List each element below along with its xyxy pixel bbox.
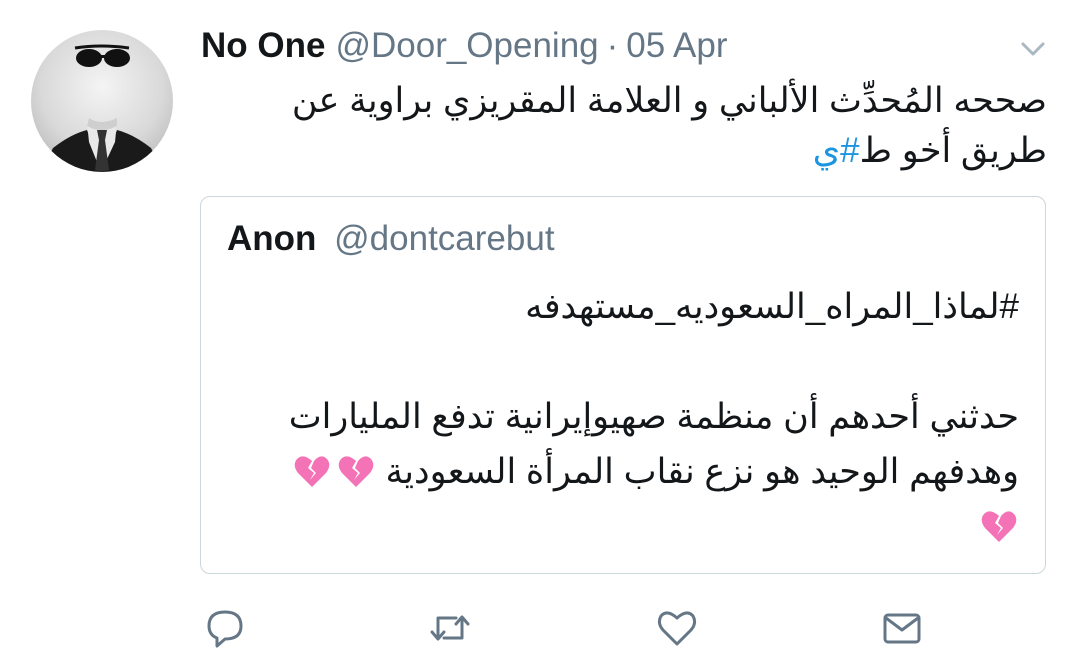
quote-blank-line [219,334,1019,389]
tweet-date[interactable]: 05 Apr [626,26,727,66]
tweet-actions [0,606,1080,650]
reply-icon[interactable] [203,606,247,650]
quote-hashtag: #لماذا_المراه_السعوديه_مستهدفه [525,287,1019,326]
tweet-text: صححه المُحدِّث الألباني و العلامة المقري… [201,76,1047,176]
quote-line-4 [219,499,1019,554]
quoted-tweet[interactable]: Anon @dontcarebut #لماذا_المراه_السعوديه… [200,196,1046,574]
chevron-down-icon[interactable] [1020,40,1046,58]
tweet-header: No One @Door_Opening · 05 Apr [201,26,728,70]
broken-heart-icon [292,451,332,491]
quote-line-3-text: وهدفهم الوحيد هو نزع نقاب المرأة السعودي… [385,452,1019,491]
invisible-man-icon [41,44,163,172]
user-handle[interactable]: @Door_Opening [335,26,598,66]
quote-header: Anon @dontcarebut [227,219,555,259]
hashtag-link[interactable]: #ي [813,131,860,170]
display-name[interactable]: No One [201,26,325,66]
quote-line-2: حدثني أحدهم أن منظمة صهيوإيرانية تدفع ال… [288,397,1019,436]
envelope-icon[interactable] [880,606,924,650]
quote-text: #لماذا_المراه_السعوديه_مستهدفه حدثني أحد… [219,279,1019,554]
quote-line-3: وهدفهم الوحيد هو نزع نقاب المرأة السعودي… [219,444,1019,499]
retweet-icon[interactable] [428,606,472,650]
quote-user-handle: @dontcarebut [334,219,555,258]
tweet-body: صححه المُحدِّث الألباني و العلامة المقري… [291,81,1047,170]
avatar[interactable] [31,30,173,172]
broken-heart-icon [979,506,1019,546]
separator-dot: · [606,26,619,65]
broken-heart-icon [336,451,376,491]
quote-display-name: Anon [227,219,317,258]
tweet-card[interactable]: No One @Door_Opening · 05 Apr صححه المُح… [0,0,1080,669]
heart-icon[interactable] [655,606,699,650]
